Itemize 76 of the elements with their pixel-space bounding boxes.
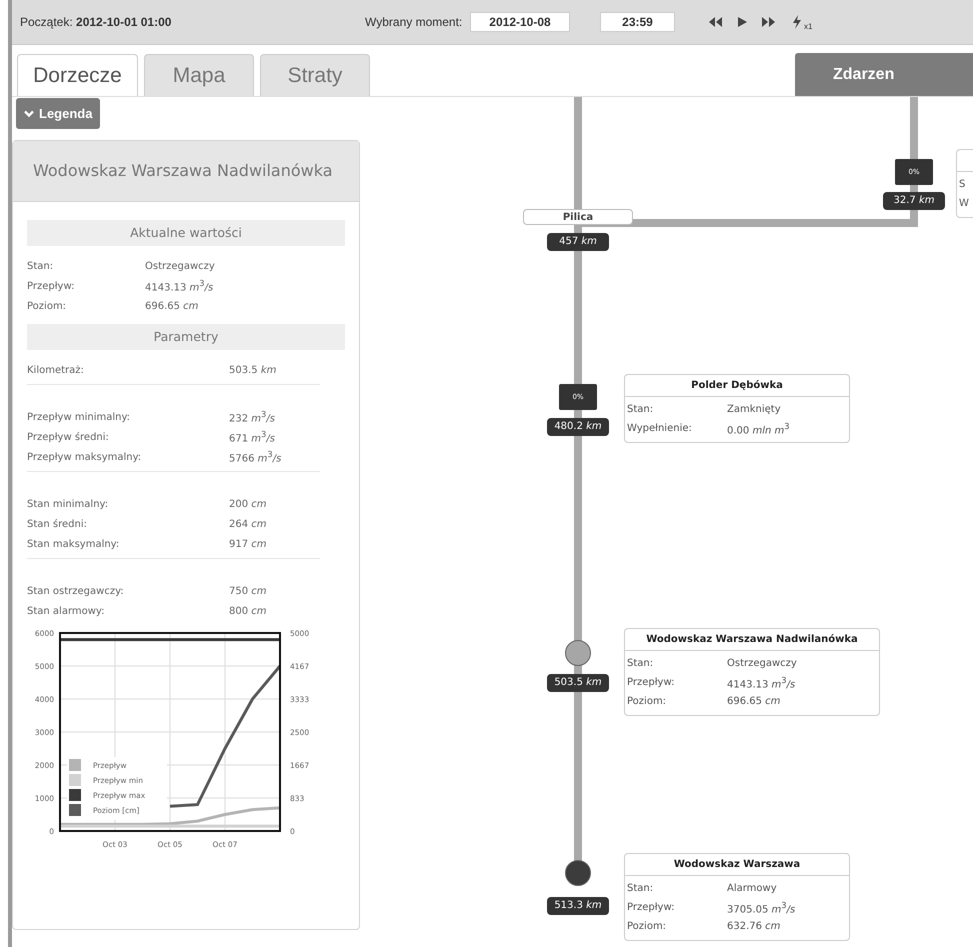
parameter-value: 264 cm [229, 518, 267, 530]
station-field-label: S [959, 179, 966, 190]
panel-title: Wodowskaz Warszawa Nadwilanówka [13, 141, 359, 202]
station-card-title: Polder Dębówka [625, 375, 849, 397]
legend-swatch [69, 804, 81, 816]
station-field-label: Przepływ: [627, 902, 676, 913]
speed-label: x1 [804, 22, 812, 30]
station-card[interactable]: Polder Dębówka Stan: Zamknięty Wypełnienie: 0.00 mln m$^{3}$ [624, 374, 850, 443]
station-field-label: Wypełnienie: [627, 423, 693, 434]
gauge-marker[interactable] [565, 860, 591, 886]
time-field[interactable]: 23:59 [600, 12, 675, 32]
station-field-label: Stan: [627, 404, 654, 415]
parameter-label: Przepływ: [27, 280, 76, 292]
station-card[interactable]: Wodowskaz Warszawa Nadwilanówka Stan: Ostrzegawczy Przepływ: 4143.13 m$^{3}$/s Poziom: 696.65 cm [624, 628, 880, 716]
kilometer-badge: 32.7 km [883, 192, 945, 210]
parameter-label: Stan maksymalny: [27, 538, 120, 550]
parameter-value: 800 cm [229, 606, 267, 616]
kilometer-badge: 513.3 km [547, 897, 609, 915]
station-card-title: Wodowskaz Warszawa Nadwilanówka [625, 629, 879, 651]
start-time: Początek: 2012-10-01 01:00 [20, 15, 172, 29]
station-field-value: 4143.13 m$^{3}$/s [727, 674, 796, 690]
river-name-label: Pilica [523, 209, 633, 225]
chevron-down-icon [24, 110, 34, 118]
legend-button[interactable]: Legenda [16, 98, 100, 129]
legend-swatch [69, 759, 81, 771]
station-field-label: Stan: [627, 658, 654, 669]
tab[interactable]: Dorzecze [17, 54, 138, 96]
date-field[interactable]: 2012-10-08 [470, 12, 570, 32]
events-button[interactable]: Zdarzen [795, 53, 973, 96]
parameter-value: Ostrzegawczy [145, 260, 215, 272]
station-card-title: Wodowskaz Warszawa [625, 854, 849, 876]
lightning-icon[interactable] [792, 15, 802, 29]
parameter-label: Kilometraż: [27, 364, 85, 376]
kilometer-badge: 480.2 km [547, 418, 609, 436]
station-field-value: 696.65 cm [727, 696, 780, 707]
parameter-label: Przepływ maksymalny: [27, 452, 142, 462]
station-field-label: Poziom: [627, 696, 668, 707]
parameter-value: 917 cm [229, 538, 267, 550]
section-heading: Aktualne wartości [27, 220, 345, 246]
parameter-label: Stan alarmowy: [27, 606, 106, 616]
gauge-marker[interactable] [565, 640, 591, 666]
legend-swatch [69, 789, 81, 801]
station-field-value: Zamknięty [727, 404, 781, 415]
station-field-label: Stan: [627, 883, 654, 894]
station-field-value: 3705.05 m$^{3}$/s [727, 900, 796, 916]
station-field-value: Ostrzegawczy [727, 658, 797, 669]
parameter-value: 696.65 cm [145, 300, 198, 312]
parameter-value: 750 cm [229, 586, 267, 596]
fast-forward-icon[interactable] [761, 16, 777, 28]
moment-label: Wybrany moment: [365, 15, 464, 29]
parameter-value: 5766 m$^{3}$/s [229, 449, 282, 465]
parameter-label: Stan ostrzegawczy: [27, 586, 125, 596]
station-field-value: 0.00 mln m$^{3}$ [727, 420, 790, 436]
station-card[interactable]: Wodowskaz Warszawa Stan: Alarmowy Przepływ: 3705.05 m$^{3}$/s Poziom: 632.76 cm [624, 853, 850, 941]
parameter-value: 4143.13 m$^{3}$/s [145, 278, 214, 294]
station-field-label: W [959, 198, 970, 209]
station-field-label: Poziom: [627, 921, 668, 932]
station-field-value: Alarmowy [727, 883, 777, 894]
parameter-value: 503.5 km [229, 364, 276, 376]
parameter-label: Stan: [27, 260, 54, 272]
station-card[interactable]: S W [956, 149, 973, 218]
section-heading: Parametry [27, 324, 345, 350]
kilometer-badge: 457 km [547, 233, 609, 251]
parameter-label: Stan minimalny: [27, 498, 110, 510]
station-field-label: Przepływ: [627, 677, 676, 688]
legend-swatch [69, 774, 81, 786]
kilometer-badge: 503.5 km [547, 674, 609, 692]
parameter-value: 200 cm [229, 498, 267, 510]
rewind-icon[interactable] [707, 16, 723, 28]
parameter-label: Przepływ minimalny: [27, 412, 132, 422]
parameter-label: Stan średni: [27, 518, 88, 530]
parameter-value: 671 m$^{3}$/s [229, 429, 275, 445]
station-field-value: 632.76 cm [727, 921, 780, 932]
parameter-label: Poziom: [27, 300, 68, 312]
parameter-label: Przepływ średni: [27, 432, 110, 442]
parameter-value: 232 m$^{3}$/s [229, 409, 275, 425]
